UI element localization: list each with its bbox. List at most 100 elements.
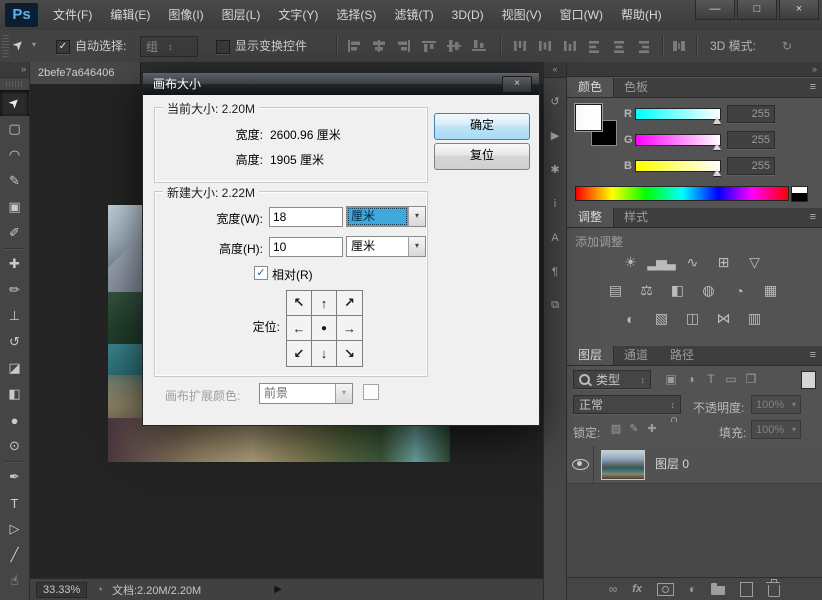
align-top-edges-icon[interactable] bbox=[421, 39, 438, 53]
black-ramp-swatch[interactable] bbox=[791, 193, 808, 202]
filter-type-layers-icon[interactable]: T bbox=[701, 372, 721, 386]
menu-edit[interactable]: 编辑(E) bbox=[101, 0, 159, 30]
distribute-left-edges-icon[interactable] bbox=[587, 39, 604, 53]
layer-thumbnail[interactable] bbox=[601, 450, 645, 480]
pen-tool[interactable]: ✒ bbox=[0, 464, 29, 490]
photo-filter-icon[interactable]: ◍ bbox=[699, 282, 716, 299]
blend-mode-dropdown[interactable]: 正常 ↕ bbox=[573, 395, 681, 414]
history-panel-icon[interactable]: ↺ bbox=[544, 91, 566, 112]
eyedropper-tool[interactable]: ✐ bbox=[0, 220, 29, 246]
blue-slider-handle-icon[interactable] bbox=[713, 169, 721, 176]
align-left-edges-icon[interactable] bbox=[346, 39, 363, 53]
history-brush-tool[interactable]: ↺ bbox=[0, 329, 29, 355]
info-panel-icon[interactable]: i bbox=[544, 193, 566, 214]
anchor-top[interactable]: ↑ bbox=[312, 291, 337, 316]
anchor-center[interactable]: ● bbox=[312, 316, 337, 341]
anchor-bottom[interactable]: ↓ bbox=[312, 341, 337, 366]
filter-shape-layers-icon[interactable]: ▭ bbox=[721, 372, 741, 386]
anchor-bottom-right[interactable]: ↘ bbox=[337, 341, 362, 366]
show-transform-checkbox[interactable] bbox=[216, 40, 230, 54]
opacity-field[interactable]: 100% ▾ bbox=[751, 395, 801, 414]
color-balance-icon[interactable]: ⚖ bbox=[637, 282, 654, 299]
tab-styles[interactable]: 样式 bbox=[613, 208, 659, 227]
red-slider[interactable] bbox=[635, 108, 721, 120]
lock-move-icon[interactable]: ✚ bbox=[643, 422, 661, 435]
align-horizontal-centers-icon[interactable] bbox=[371, 39, 388, 53]
tab-layers[interactable]: 图层 bbox=[567, 346, 613, 365]
new-group-icon[interactable] bbox=[711, 586, 725, 595]
paragraph-panel-icon[interactable]: ¶ bbox=[544, 261, 566, 282]
delete-layer-icon[interactable] bbox=[768, 585, 780, 597]
quick-selection-tool[interactable]: ✎ bbox=[0, 168, 29, 194]
align-right-edges-icon[interactable] bbox=[396, 39, 413, 53]
new-adjustment-layer-icon[interactable]: ◐ bbox=[689, 582, 696, 596]
tab-color[interactable]: 颜色 bbox=[567, 78, 613, 97]
minimize-icon[interactable]: — bbox=[695, 0, 735, 20]
filter-pixel-layers-icon[interactable]: ▣ bbox=[661, 372, 681, 386]
panel-menu-icon[interactable]: ≡ bbox=[810, 208, 816, 227]
relative-checkbox[interactable]: ✓ bbox=[254, 266, 268, 280]
channel-mixer-icon[interactable]: ◔ bbox=[730, 282, 747, 299]
dropdown-arrow-icon[interactable]: ▾ bbox=[408, 237, 425, 256]
status-badge-icon[interactable]: ◔ bbox=[96, 584, 103, 596]
red-value-field[interactable]: 255 bbox=[727, 105, 775, 123]
hue-saturation-icon[interactable]: ▤ bbox=[606, 282, 623, 299]
menu-window[interactable]: 窗口(W) bbox=[551, 0, 612, 30]
canvas-width-input[interactable] bbox=[269, 207, 343, 227]
reset-button[interactable]: 复位 bbox=[434, 143, 530, 170]
distribute-bottom-edges-icon[interactable] bbox=[562, 39, 579, 53]
gradient-tool[interactable]: ◧ bbox=[0, 381, 29, 407]
gradient-map-icon[interactable]: ▥ bbox=[745, 310, 762, 327]
anchor-left[interactable]: ← bbox=[287, 316, 312, 341]
actions-panel-icon[interactable]: ▶ bbox=[544, 125, 566, 146]
distribute-horizontal-centers-icon[interactable] bbox=[612, 39, 629, 53]
anchor-top-right[interactable]: ↗ bbox=[337, 291, 362, 316]
threshold-icon[interactable]: ◫ bbox=[683, 310, 700, 327]
color-lookup-icon[interactable]: ▦ bbox=[761, 282, 778, 299]
hand-tool[interactable]: ☝ bbox=[0, 568, 29, 594]
selective-color-icon[interactable]: ⋈ bbox=[714, 310, 731, 327]
ok-button[interactable]: 确定 bbox=[434, 113, 530, 140]
maximize-icon[interactable]: □ bbox=[737, 0, 777, 20]
tab-adjustments[interactable]: 调整 bbox=[567, 208, 613, 227]
foreground-color-swatch[interactable] bbox=[575, 104, 602, 131]
menu-select[interactable]: 选择(S) bbox=[327, 0, 385, 30]
blur-tool[interactable]: ● bbox=[0, 407, 29, 433]
properties-panel-icon[interactable]: ✱ bbox=[544, 159, 566, 180]
height-unit-dropdown[interactable]: 厘米 ▾ bbox=[346, 236, 426, 257]
width-unit-dropdown[interactable]: 厘米 ▾ bbox=[346, 206, 426, 227]
auto-select-target-dropdown[interactable]: 组 ↕ bbox=[140, 36, 198, 57]
path-selection-tool[interactable]: ▷ bbox=[0, 516, 29, 542]
menu-file[interactable]: 文件(F) bbox=[44, 0, 101, 30]
link-layers-icon[interactable]: ∞ bbox=[609, 582, 618, 596]
close-icon[interactable]: × bbox=[779, 0, 819, 20]
menu-view[interactable]: 视图(V) bbox=[493, 0, 551, 30]
menu-3d[interactable]: 3D(D) bbox=[443, 0, 493, 30]
panel-menu-icon[interactable]: ≡ bbox=[810, 78, 816, 97]
anchor-top-left[interactable]: ↖ bbox=[287, 291, 312, 316]
lock-transparency-icon[interactable]: ▨ bbox=[607, 422, 625, 435]
brush-tool[interactable]: ✏ bbox=[0, 277, 29, 303]
filter-adjustment-layers-icon[interactable]: ◑ bbox=[681, 372, 701, 386]
move-tool[interactable]: ➤ bbox=[0, 90, 29, 116]
red-slider-handle-icon[interactable] bbox=[713, 117, 721, 124]
3d-rotate-mode-icon[interactable]: ↻ bbox=[782, 30, 792, 62]
filter-smart-objects-icon[interactable]: ❐ bbox=[741, 372, 761, 386]
dialog-title-bar[interactable]: 画布大小 × bbox=[143, 73, 539, 95]
dodge-tool[interactable]: ⊙ bbox=[0, 433, 29, 459]
document-tab[interactable]: 2befe7a646406 bbox=[30, 62, 141, 84]
new-layer-icon[interactable] bbox=[740, 582, 753, 597]
extension-color-swatch[interactable] bbox=[363, 384, 379, 400]
eraser-tool[interactable]: ◪ bbox=[0, 355, 29, 381]
lasso-tool[interactable]: ◠ bbox=[0, 142, 29, 168]
tab-paths[interactable]: 路径 bbox=[659, 346, 705, 365]
toolbox-grip[interactable] bbox=[6, 81, 23, 87]
character-panel-icon[interactable]: A bbox=[544, 227, 566, 248]
color-spectrum-ramp[interactable] bbox=[575, 186, 789, 201]
curves-icon[interactable]: ∿ bbox=[683, 254, 700, 271]
black-white-icon[interactable]: ◧ bbox=[668, 282, 685, 299]
layer-row[interactable]: 图层 0 bbox=[567, 446, 822, 484]
blue-value-field[interactable]: 255 bbox=[727, 157, 775, 175]
posterize-icon[interactable]: ▧ bbox=[652, 310, 669, 327]
add-layer-mask-icon[interactable] bbox=[657, 583, 674, 596]
